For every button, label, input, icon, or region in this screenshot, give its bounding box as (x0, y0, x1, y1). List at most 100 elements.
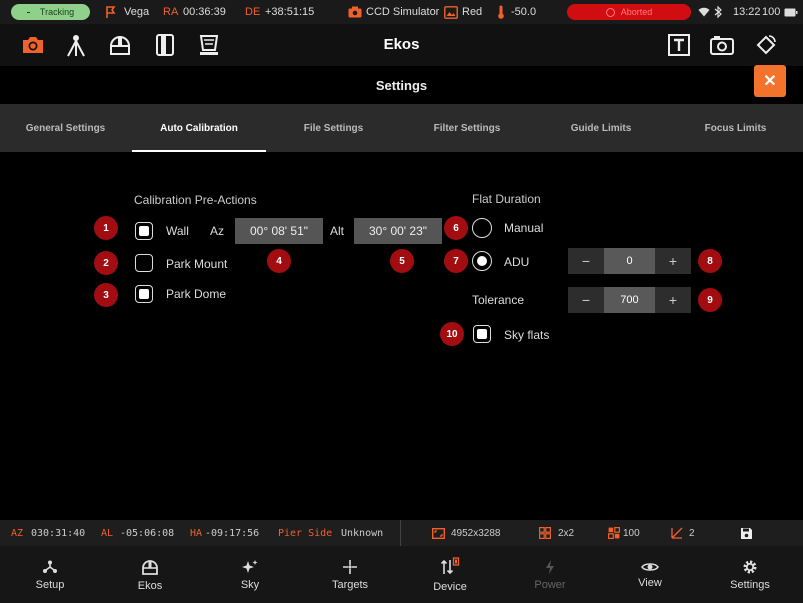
nav-label-targets: Targets (331, 578, 369, 591)
nav-item-power[interactable]: Power (500, 546, 600, 603)
pier-side-label: Pier Side (278, 527, 333, 539)
bluetooth-icon (714, 0, 723, 24)
callout-badge-2: 2 (94, 251, 118, 275)
count-icon (671, 527, 683, 539)
az-field[interactable]: 00° 08' 51" (235, 218, 323, 244)
camera-icon[interactable] (20, 32, 46, 58)
flat-panel-icon[interactable] (196, 32, 222, 58)
nav-item-sky[interactable]: Sky (200, 546, 300, 603)
adu-value[interactable]: 0 (604, 248, 655, 274)
alt-field[interactable]: 30° 00' 23" (354, 218, 442, 244)
manual-radio[interactable] (472, 218, 492, 238)
nav-item-setup[interactable]: Setup (0, 546, 100, 603)
temperature-indicator: -50.0 (497, 0, 536, 24)
aborted-ring-icon (605, 7, 615, 17)
binning-indicator: 2x2 (539, 520, 574, 546)
battery-icon (784, 0, 798, 24)
callout-badge-1: 1 (94, 216, 118, 240)
ekos-icon (142, 559, 158, 575)
pre-actions-title: Calibration Pre-Actions (134, 193, 257, 207)
alt-label: Alt (330, 224, 345, 238)
filter-name: Red (462, 6, 483, 18)
nav-label-sky: Sky (240, 578, 260, 591)
adu-label: ADU (504, 255, 530, 269)
wall-checkbox[interactable] (135, 222, 153, 240)
snapshot-icon[interactable] (709, 32, 735, 58)
tolerance-stepper: − 700 + (568, 287, 691, 313)
de-label: DE (245, 6, 261, 18)
tab-guide-limits[interactable]: Guide Limits (534, 104, 668, 152)
az-info-label: AZ (11, 527, 24, 539)
tracking-label: Tracking (39, 7, 75, 17)
nav-label-device: Device (433, 580, 467, 593)
ra-value: 00:36:39 (183, 6, 226, 18)
callout-badge-10: 10 (440, 322, 464, 346)
manual-label: Manual (504, 221, 544, 235)
al-info-value: -05:06:08 (120, 527, 175, 539)
status-bar: Tracking Vega RA 00:36:39 DE +38:51:15 C… (0, 0, 803, 24)
sky-flats-label: Sky flats (504, 328, 550, 342)
binning-value: 2x2 (558, 527, 575, 539)
nav-item-settings[interactable]: Settings (700, 546, 800, 603)
nav-item-device[interactable]: Device (400, 546, 500, 603)
adu-radio[interactable] (472, 251, 492, 271)
thermometer-icon (498, 5, 504, 19)
settings-title: Settings (375, 78, 428, 93)
callout-badge-9: 9 (698, 288, 722, 312)
nav-item-targets[interactable]: Targets (300, 546, 400, 603)
notebook-icon[interactable] (152, 32, 178, 58)
settings-header: Settings (0, 66, 803, 104)
count-indicator: 2 (671, 520, 695, 546)
camera-small-icon (348, 6, 362, 18)
save-icon[interactable] (740, 520, 753, 546)
park-dome-checkbox[interactable] (135, 285, 153, 303)
rotate-icon[interactable] (753, 32, 779, 58)
filter-image-icon (444, 5, 458, 19)
wifi-icon (698, 0, 710, 24)
park-mount-checkbox[interactable] (135, 254, 153, 272)
dome-icon[interactable] (107, 32, 133, 58)
battery-level: 100 (762, 6, 781, 18)
count-value: 2 (689, 527, 695, 539)
mount-icon[interactable] (63, 32, 89, 58)
device-icon (440, 556, 460, 574)
tracking-status-pill[interactable]: Tracking (11, 4, 90, 20)
de-value: +38:51:15 (265, 6, 315, 18)
gain-value: 100 (623, 527, 640, 539)
close-button[interactable]: ✕ (754, 65, 786, 97)
tab-general-settings[interactable]: General Settings (0, 104, 131, 152)
nav-label-view: View (638, 576, 662, 589)
close-icon: ✕ (763, 73, 777, 90)
view-icon (641, 562, 659, 571)
text-icon[interactable] (666, 32, 692, 58)
adu-decrement-button[interactable]: − (568, 248, 604, 274)
callout-badge-8: 8 (698, 249, 722, 273)
camera-indicator: CCD Simulator (348, 0, 439, 24)
filter-indicator: Red (444, 0, 482, 24)
tab-file-settings[interactable]: File Settings (267, 104, 400, 152)
nav-label-settings: Settings (730, 578, 770, 591)
wall-label: Wall (166, 224, 189, 238)
tolerance-increment-button[interactable]: + (655, 287, 691, 313)
tolerance-decrement-button[interactable]: − (568, 287, 604, 313)
info-divider (400, 520, 401, 546)
nav-item-ekos[interactable]: Ekos (100, 546, 200, 603)
nav-item-view[interactable]: View (600, 546, 700, 603)
callout-badge-4: 4 (267, 249, 291, 273)
target-name: Vega (124, 6, 150, 18)
callout-badge-3: 3 (94, 283, 118, 307)
tab-auto-calibration[interactable]: Auto Calibration (132, 104, 266, 152)
tolerance-value[interactable]: 700 (604, 287, 655, 313)
park-mount-label: Park Mount (166, 257, 228, 271)
tab-filter-settings[interactable]: Filter Settings (400, 104, 534, 152)
nav-label-power: Power (534, 578, 566, 591)
resolution-icon (432, 527, 445, 539)
app-toolbar: Ekos (0, 24, 803, 66)
aborted-status-pill[interactable]: Aborted (567, 4, 691, 20)
tab-focus-limits[interactable]: Focus Limits (668, 104, 803, 152)
pier-side-value: Unknown (341, 527, 384, 539)
adu-stepper: − 0 + (568, 248, 691, 274)
adu-increment-button[interactable]: + (655, 248, 691, 274)
sky-flats-checkbox[interactable] (473, 325, 491, 343)
power-icon (546, 559, 554, 574)
